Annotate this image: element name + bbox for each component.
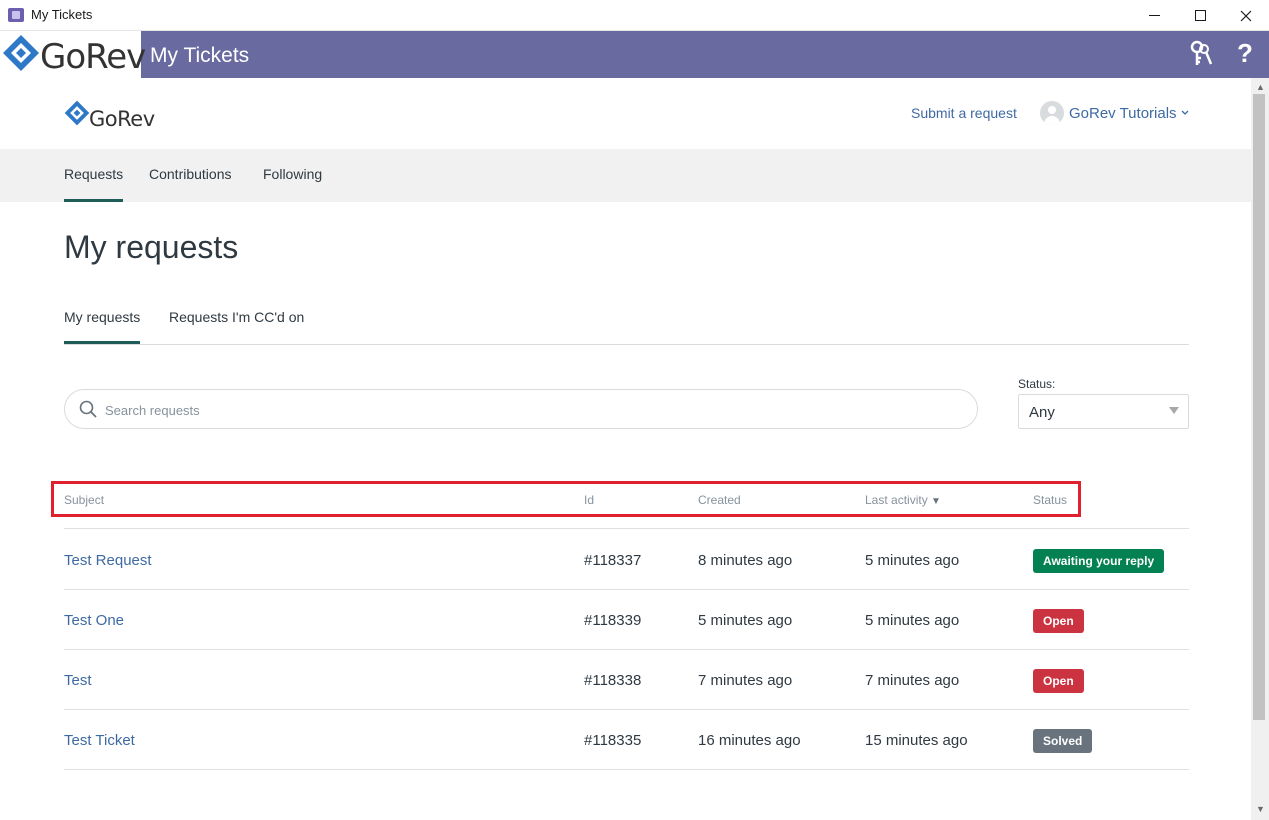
gorev-diamond-icon [3, 35, 39, 71]
minimize-icon [1148, 15, 1160, 16]
logo-text: GoRev [40, 37, 146, 77]
keys-icon[interactable] [1186, 40, 1214, 68]
scroll-up-arrow-icon[interactable]: ▲ [1256, 82, 1265, 92]
tab-my-requests[interactable]: My requests [64, 309, 141, 344]
window-title: My Tickets [31, 7, 93, 22]
avatar [1040, 101, 1064, 125]
app-header: GoRev My Tickets ? [0, 31, 1269, 78]
request-subject-link[interactable]: Test Ticket [64, 732, 135, 749]
status-filter-select[interactable]: Any [1018, 394, 1189, 429]
sub-navigation: Requests Contributions Following [0, 149, 1251, 202]
request-last-activity: 5 minutes ago [865, 612, 960, 629]
request-subject-link[interactable]: Test Request [64, 552, 152, 569]
gorev-logo: GoRev [0, 31, 146, 78]
maximize-icon [1194, 10, 1206, 21]
status-badge: Open [1033, 669, 1084, 693]
page-title: My requests [64, 229, 239, 265]
dropdown-arrow-icon [1169, 406, 1179, 417]
app-icon [8, 8, 24, 22]
highlight-annotation [51, 481, 1081, 517]
search-icon [79, 400, 97, 418]
maximize-button[interactable] [1177, 0, 1223, 31]
status-badge: Awaiting your reply [1033, 549, 1165, 573]
nav-following[interactable]: Following [263, 166, 322, 182]
help-center-page: GoRev Submit a request GoRev Tutorials R… [0, 78, 1251, 820]
site-logo-text: GoRev [89, 107, 155, 131]
app-title: My Tickets [150, 44, 250, 67]
table-row: Test Ticket #118335 16 minutes ago 15 mi… [64, 710, 1189, 770]
user-menu[interactable]: GoRev Tutorials [1040, 101, 1189, 125]
request-id: #118339 [584, 612, 642, 629]
search-input[interactable] [105, 400, 955, 420]
request-last-activity: 5 minutes ago [865, 552, 960, 569]
table-row: Test Request #118337 8 minutes ago 5 min… [64, 530, 1189, 590]
request-created: 5 minutes ago [698, 612, 793, 629]
request-subject-link[interactable]: Test [64, 672, 92, 689]
status-filter-label: Status: [1018, 377, 1056, 391]
scrollbar-thumb[interactable] [1253, 94, 1265, 720]
vertical-scrollbar[interactable]: ▲ ▼ [1251, 78, 1269, 820]
close-button[interactable] [1223, 0, 1269, 31]
minimize-button[interactable] [1131, 0, 1177, 31]
chevron-down-icon [1181, 108, 1189, 118]
user-name: GoRev Tutorials [1069, 104, 1177, 122]
nav-contributions[interactable]: Contributions [149, 166, 232, 182]
gorev-diamond-icon [64, 100, 90, 126]
site-logo[interactable]: GoRev [64, 100, 164, 131]
table-row: Test #118338 7 minutes ago 7 minutes ago… [64, 650, 1189, 710]
close-icon [1240, 10, 1252, 21]
request-id: #118335 [584, 732, 642, 749]
tab-ccd-requests[interactable]: Requests I'm CC'd on [169, 309, 304, 325]
status-badge: Open [1033, 609, 1084, 633]
scroll-down-arrow-icon[interactable]: ▼ [1256, 804, 1265, 814]
request-subject-link[interactable]: Test One [64, 612, 124, 629]
table-row: Test One #118339 5 minutes ago 5 minutes… [64, 590, 1189, 650]
status-filter-value: Any [1029, 404, 1055, 421]
help-icon[interactable]: ? [1237, 38, 1253, 69]
request-last-activity: 15 minutes ago [865, 732, 968, 749]
request-created: 8 minutes ago [698, 552, 793, 569]
request-created: 16 minutes ago [698, 732, 801, 749]
request-id: #118338 [584, 672, 642, 689]
submit-request-link[interactable]: Submit a request [911, 105, 1017, 121]
request-id: #118337 [584, 552, 642, 569]
request-tabs: My requests Requests I'm CC'd on [64, 301, 1189, 345]
request-last-activity: 7 minutes ago [865, 672, 960, 689]
window-titlebar: My Tickets [0, 0, 1269, 31]
request-created: 7 minutes ago [698, 672, 793, 689]
search-box[interactable] [64, 389, 978, 429]
status-badge: Solved [1033, 729, 1093, 753]
nav-requests[interactable]: Requests [64, 166, 124, 202]
